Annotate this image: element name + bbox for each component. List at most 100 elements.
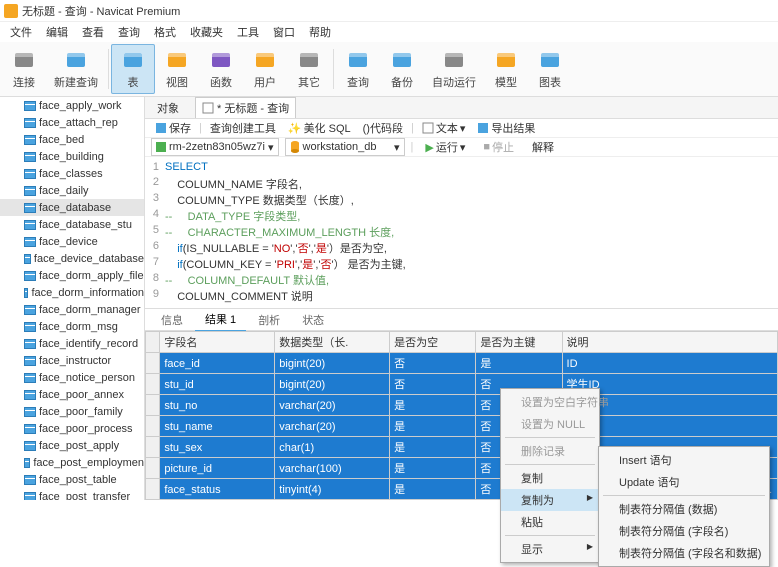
column-header[interactable]: 是否为主键 (476, 332, 562, 353)
tool-表[interactable]: 表 (111, 44, 155, 94)
menu-item[interactable]: 收藏夹 (184, 22, 229, 42)
menu-item[interactable]: 设置为 NULL (501, 413, 599, 435)
column-header[interactable]: 说明 (562, 332, 777, 353)
table-item[interactable]: face_notice_person (0, 369, 144, 386)
table-item[interactable]: face_database_stu (0, 216, 144, 233)
table-item[interactable]: face_classes (0, 165, 144, 182)
server-select[interactable]: rm-2zetn83n05wz7i▾ (151, 138, 279, 156)
sql-editor[interactable]: 1SELECT2 COLUMN_NAME 字段名,3 COLUMN_TYPE 数… (145, 157, 778, 309)
table-item[interactable]: face_dorm_msg (0, 318, 144, 335)
menu-item[interactable]: 工具 (231, 22, 265, 42)
menu-item[interactable]: 复制为▶ (501, 489, 599, 511)
query-builder-button[interactable]: 查询创建工具 (206, 119, 280, 137)
table-item[interactable]: face_building (0, 148, 144, 165)
query-icon (202, 102, 214, 114)
table-icon (24, 407, 36, 417)
tool-函数[interactable]: 函数 (199, 44, 243, 94)
tool-连接[interactable]: 连接 (2, 44, 46, 94)
explain-button[interactable]: 解释 (526, 138, 560, 156)
table-item[interactable]: face_instructor (0, 352, 144, 369)
table-icon (24, 339, 36, 349)
context-submenu[interactable]: Insert 语句Update 语句制表符分隔值 (数据)制表符分隔值 (字段名… (598, 446, 770, 567)
result-tab[interactable]: 状态 (292, 309, 334, 331)
table-item[interactable]: face_dorm_apply_file (0, 267, 144, 284)
table-item[interactable]: face_device_database (0, 250, 144, 267)
text-button[interactable]: 文本 ▾ (418, 119, 470, 137)
menu-item[interactable]: 复制 (501, 467, 599, 489)
menu-item[interactable]: 粘贴 (501, 511, 599, 533)
table-item[interactable]: face_attach_rep (0, 114, 144, 131)
tool-备份[interactable]: 备份 (380, 44, 424, 94)
table-icon (24, 373, 36, 383)
export-icon (477, 122, 489, 134)
table-item[interactable]: face_dorm_manager (0, 301, 144, 318)
table-item[interactable]: face_database (0, 199, 144, 216)
context-menu[interactable]: 设置为空白字符串设置为 NULL 删除记录复制复制为▶粘贴显示▶ (500, 388, 600, 563)
tab-query[interactable]: * 无标题 - 查询 (195, 97, 296, 118)
menu-item[interactable]: 窗口 (267, 22, 301, 42)
result-tab[interactable]: 结果 1 (195, 308, 246, 332)
table-icon (24, 271, 36, 281)
table-row[interactable]: stu_idbigint(20)否否学生ID (146, 374, 778, 395)
menu-item[interactable]: 查询 (112, 22, 146, 42)
table-item[interactable]: face_device (0, 233, 144, 250)
tool-查询[interactable]: 查询 (336, 44, 380, 94)
stop-button[interactable]: ■停止 (477, 138, 520, 156)
menu-item[interactable]: 格式 (148, 22, 182, 42)
table-icon (24, 458, 30, 468)
column-header[interactable]: 数据类型（长. (275, 332, 390, 353)
table-item[interactable]: face_identify_record (0, 335, 144, 352)
menu-item[interactable]: 显示▶ (501, 538, 599, 560)
table-row[interactable]: stu_novarchar(20)是否学号 (146, 395, 778, 416)
menu-item[interactable]: 编辑 (40, 22, 74, 42)
window-title: 无标题 - 查询 - Navicat Premium (22, 3, 180, 19)
save-icon (155, 122, 167, 134)
save-button[interactable]: 保存 (151, 119, 195, 137)
result-tab[interactable]: 信息 (151, 309, 193, 331)
tool-图表[interactable]: 图表 (528, 44, 572, 94)
table-item[interactable]: face_dorm_information (0, 284, 144, 301)
menu-item[interactable]: 制表符分隔值 (字段名) (599, 520, 769, 542)
run-button[interactable]: ▶运行 ▾ (419, 138, 471, 156)
table-item[interactable]: face_post_table (0, 471, 144, 488)
tool-其它[interactable]: 其它 (287, 44, 331, 94)
menu-item[interactable]: 文件 (4, 22, 38, 42)
app-icon (4, 4, 18, 18)
menu-item[interactable]: 制表符分隔值 (数据) (599, 498, 769, 520)
column-header[interactable]: 是否为空 (390, 332, 476, 353)
table-icon (24, 322, 36, 332)
code-snippet-button[interactable]: ()代码段 (359, 119, 407, 137)
menu-item[interactable]: Insert 语句 (599, 449, 769, 471)
table-item[interactable]: face_daily (0, 182, 144, 199)
table-icon (24, 135, 36, 145)
beautify-button[interactable]: ✨美化 SQL (284, 119, 355, 137)
table-item[interactable]: face_bed (0, 131, 144, 148)
tool-自动运行[interactable]: 自动运行 (424, 44, 484, 94)
table-row[interactable]: face_idbigint(20)否是ID (146, 353, 778, 374)
menu-item[interactable]: 帮助 (303, 22, 337, 42)
table-item[interactable]: face_apply_work (0, 97, 144, 114)
result-tab[interactable]: 剖析 (248, 309, 290, 331)
menu-item[interactable]: 查看 (76, 22, 110, 42)
database-select[interactable]: workstation_db▾ (285, 138, 405, 156)
tool-新建查询[interactable]: 新建查询 (46, 44, 106, 94)
menu-item[interactable]: Update 语句 (599, 471, 769, 493)
menu-item[interactable]: 删除记录 (501, 440, 599, 462)
table-item[interactable]: face_poor_process (0, 420, 144, 437)
menu-item[interactable]: 制表符分隔值 (字段名和数据) (599, 542, 769, 564)
tab-objects[interactable]: 对象 (151, 98, 185, 118)
table-item[interactable]: face_post_transfer (0, 488, 144, 500)
content: 对象 * 无标题 - 查询 保存 | 查询创建工具 ✨美化 SQL ()代码段 … (145, 97, 778, 500)
export-button[interactable]: 导出结果 (473, 119, 539, 137)
table-icon (24, 492, 36, 501)
table-item[interactable]: face_poor_annex (0, 386, 144, 403)
table-item[interactable]: face_post_employmen (0, 454, 144, 471)
column-header[interactable]: 字段名 (160, 332, 275, 353)
table-item[interactable]: face_poor_family (0, 403, 144, 420)
menu-item[interactable]: 设置为空白字符串 (501, 391, 599, 413)
tool-模型[interactable]: 模型 (484, 44, 528, 94)
table-row[interactable]: stu_namevarchar(20)是否姓名 (146, 416, 778, 437)
tool-用户[interactable]: 用户 (243, 44, 287, 94)
tool-视图[interactable]: 视图 (155, 44, 199, 94)
table-item[interactable]: face_post_apply (0, 437, 144, 454)
